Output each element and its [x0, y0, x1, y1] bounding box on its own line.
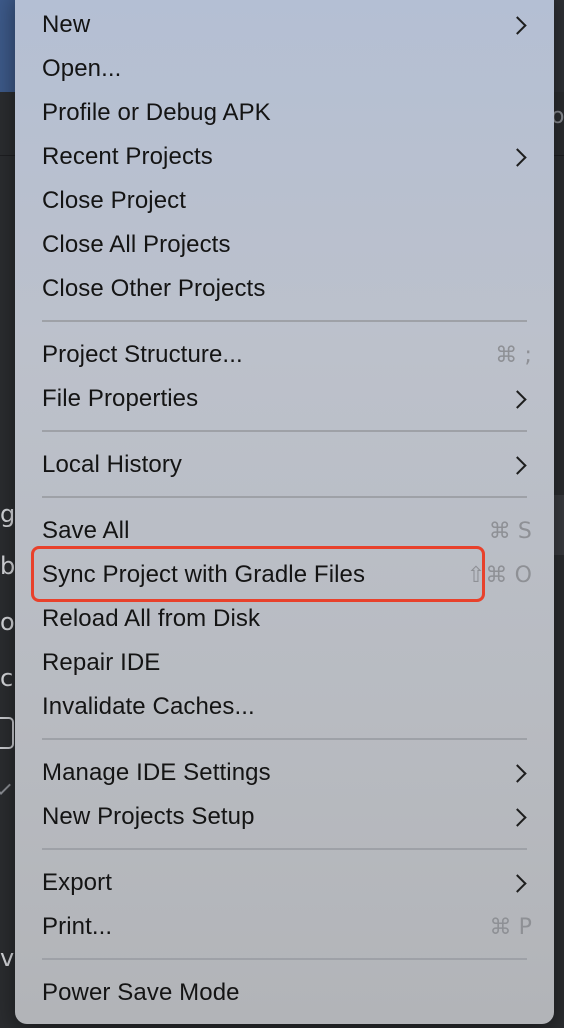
menu-item-shortcut: ⌘ P — [489, 914, 532, 940]
menu-separator — [42, 320, 527, 322]
menu-item-label: New Projects Setup — [42, 803, 255, 830]
menu-separator — [42, 958, 527, 960]
menu-item-label: Power Save Mode — [42, 979, 240, 1006]
menu-item-invalidate-caches[interactable]: Invalidate Caches... — [42, 685, 532, 729]
menu-item-label: Close All Projects — [42, 231, 231, 258]
highlight-annotation-box — [31, 546, 485, 602]
menu-item-label: Profile or Debug APK — [42, 99, 271, 126]
chevron-down-icon — [0, 775, 11, 795]
menu-item-label: Manage IDE Settings — [42, 759, 271, 786]
menu-item-label: Close Other Projects — [42, 275, 266, 302]
ide-background-text: c — [0, 664, 14, 692]
menu-item-recent-projects[interactable]: Recent Projects — [42, 135, 532, 179]
menu-item-new[interactable]: New — [42, 3, 532, 47]
menu-item-local-history[interactable]: Local History — [42, 443, 532, 487]
ide-background-text: g — [0, 500, 16, 528]
menu-item-repair-ide[interactable]: Repair IDE — [42, 641, 532, 685]
menu-item-label: Reload All from Disk — [42, 605, 261, 632]
menu-item-label: Close Project — [42, 187, 187, 214]
ide-background-text: b — [0, 552, 16, 580]
menu-separator — [42, 430, 527, 432]
menu-item-label: Open... — [42, 55, 122, 82]
menu-item-close-project[interactable]: Close Project — [42, 179, 532, 223]
menu-item-label: Project Structure... — [42, 341, 243, 368]
menu-item-label: File Properties — [42, 385, 199, 412]
menu-separator — [42, 738, 527, 740]
menu-item-open[interactable]: Open... — [42, 47, 532, 91]
menu-item-label: Recent Projects — [42, 143, 213, 170]
menu-item-close-other-projects[interactable]: Close Other Projects — [42, 267, 532, 311]
menu-item-reload-from-disk[interactable]: Reload All from Disk — [42, 597, 532, 641]
file-menu: New Open... Profile or Debug APK Recent … — [15, 0, 554, 1024]
menu-item-label: Save All — [42, 517, 130, 544]
menu-separator — [42, 848, 527, 850]
ide-background-text: o — [0, 608, 15, 636]
menu-item-export[interactable]: Export — [42, 861, 532, 905]
ide-checkbox-fragment — [0, 717, 14, 749]
menu-item-shortcut: ⌘ S — [488, 518, 532, 544]
menu-item-label: Export — [42, 869, 112, 896]
menu-item-project-structure[interactable]: Project Structure... ⌘ ; — [42, 333, 532, 377]
chevron-right-icon — [508, 455, 527, 475]
menu-item-label: New — [42, 11, 91, 38]
chevron-right-icon — [508, 389, 527, 409]
menu-item-power-save-mode[interactable]: Power Save Mode — [42, 971, 532, 1015]
chevron-right-icon — [508, 147, 527, 167]
chevron-right-icon — [508, 873, 527, 893]
menu-item-new-projects-setup[interactable]: New Projects Setup — [42, 795, 532, 839]
menu-item-file-properties[interactable]: File Properties — [42, 377, 532, 421]
menu-separator — [42, 496, 527, 498]
menu-item-close-all-projects[interactable]: Close All Projects — [42, 223, 532, 267]
menu-item-label: Print... — [42, 913, 113, 940]
menu-item-label: Repair IDE — [42, 649, 161, 676]
chevron-right-icon — [508, 15, 527, 35]
menu-item-label: Local History — [42, 451, 183, 478]
chevron-right-icon — [508, 763, 527, 783]
menu-item-print[interactable]: Print... ⌘ P — [42, 905, 532, 949]
chevron-right-icon — [508, 807, 527, 827]
menu-item-label: Invalidate Caches... — [42, 693, 255, 720]
menu-item-shortcut: ⌘ ; — [495, 342, 532, 368]
menu-item-profile-debug-apk[interactable]: Profile or Debug APK — [42, 91, 532, 135]
menu-item-manage-ide-settings[interactable]: Manage IDE Settings — [42, 751, 532, 795]
